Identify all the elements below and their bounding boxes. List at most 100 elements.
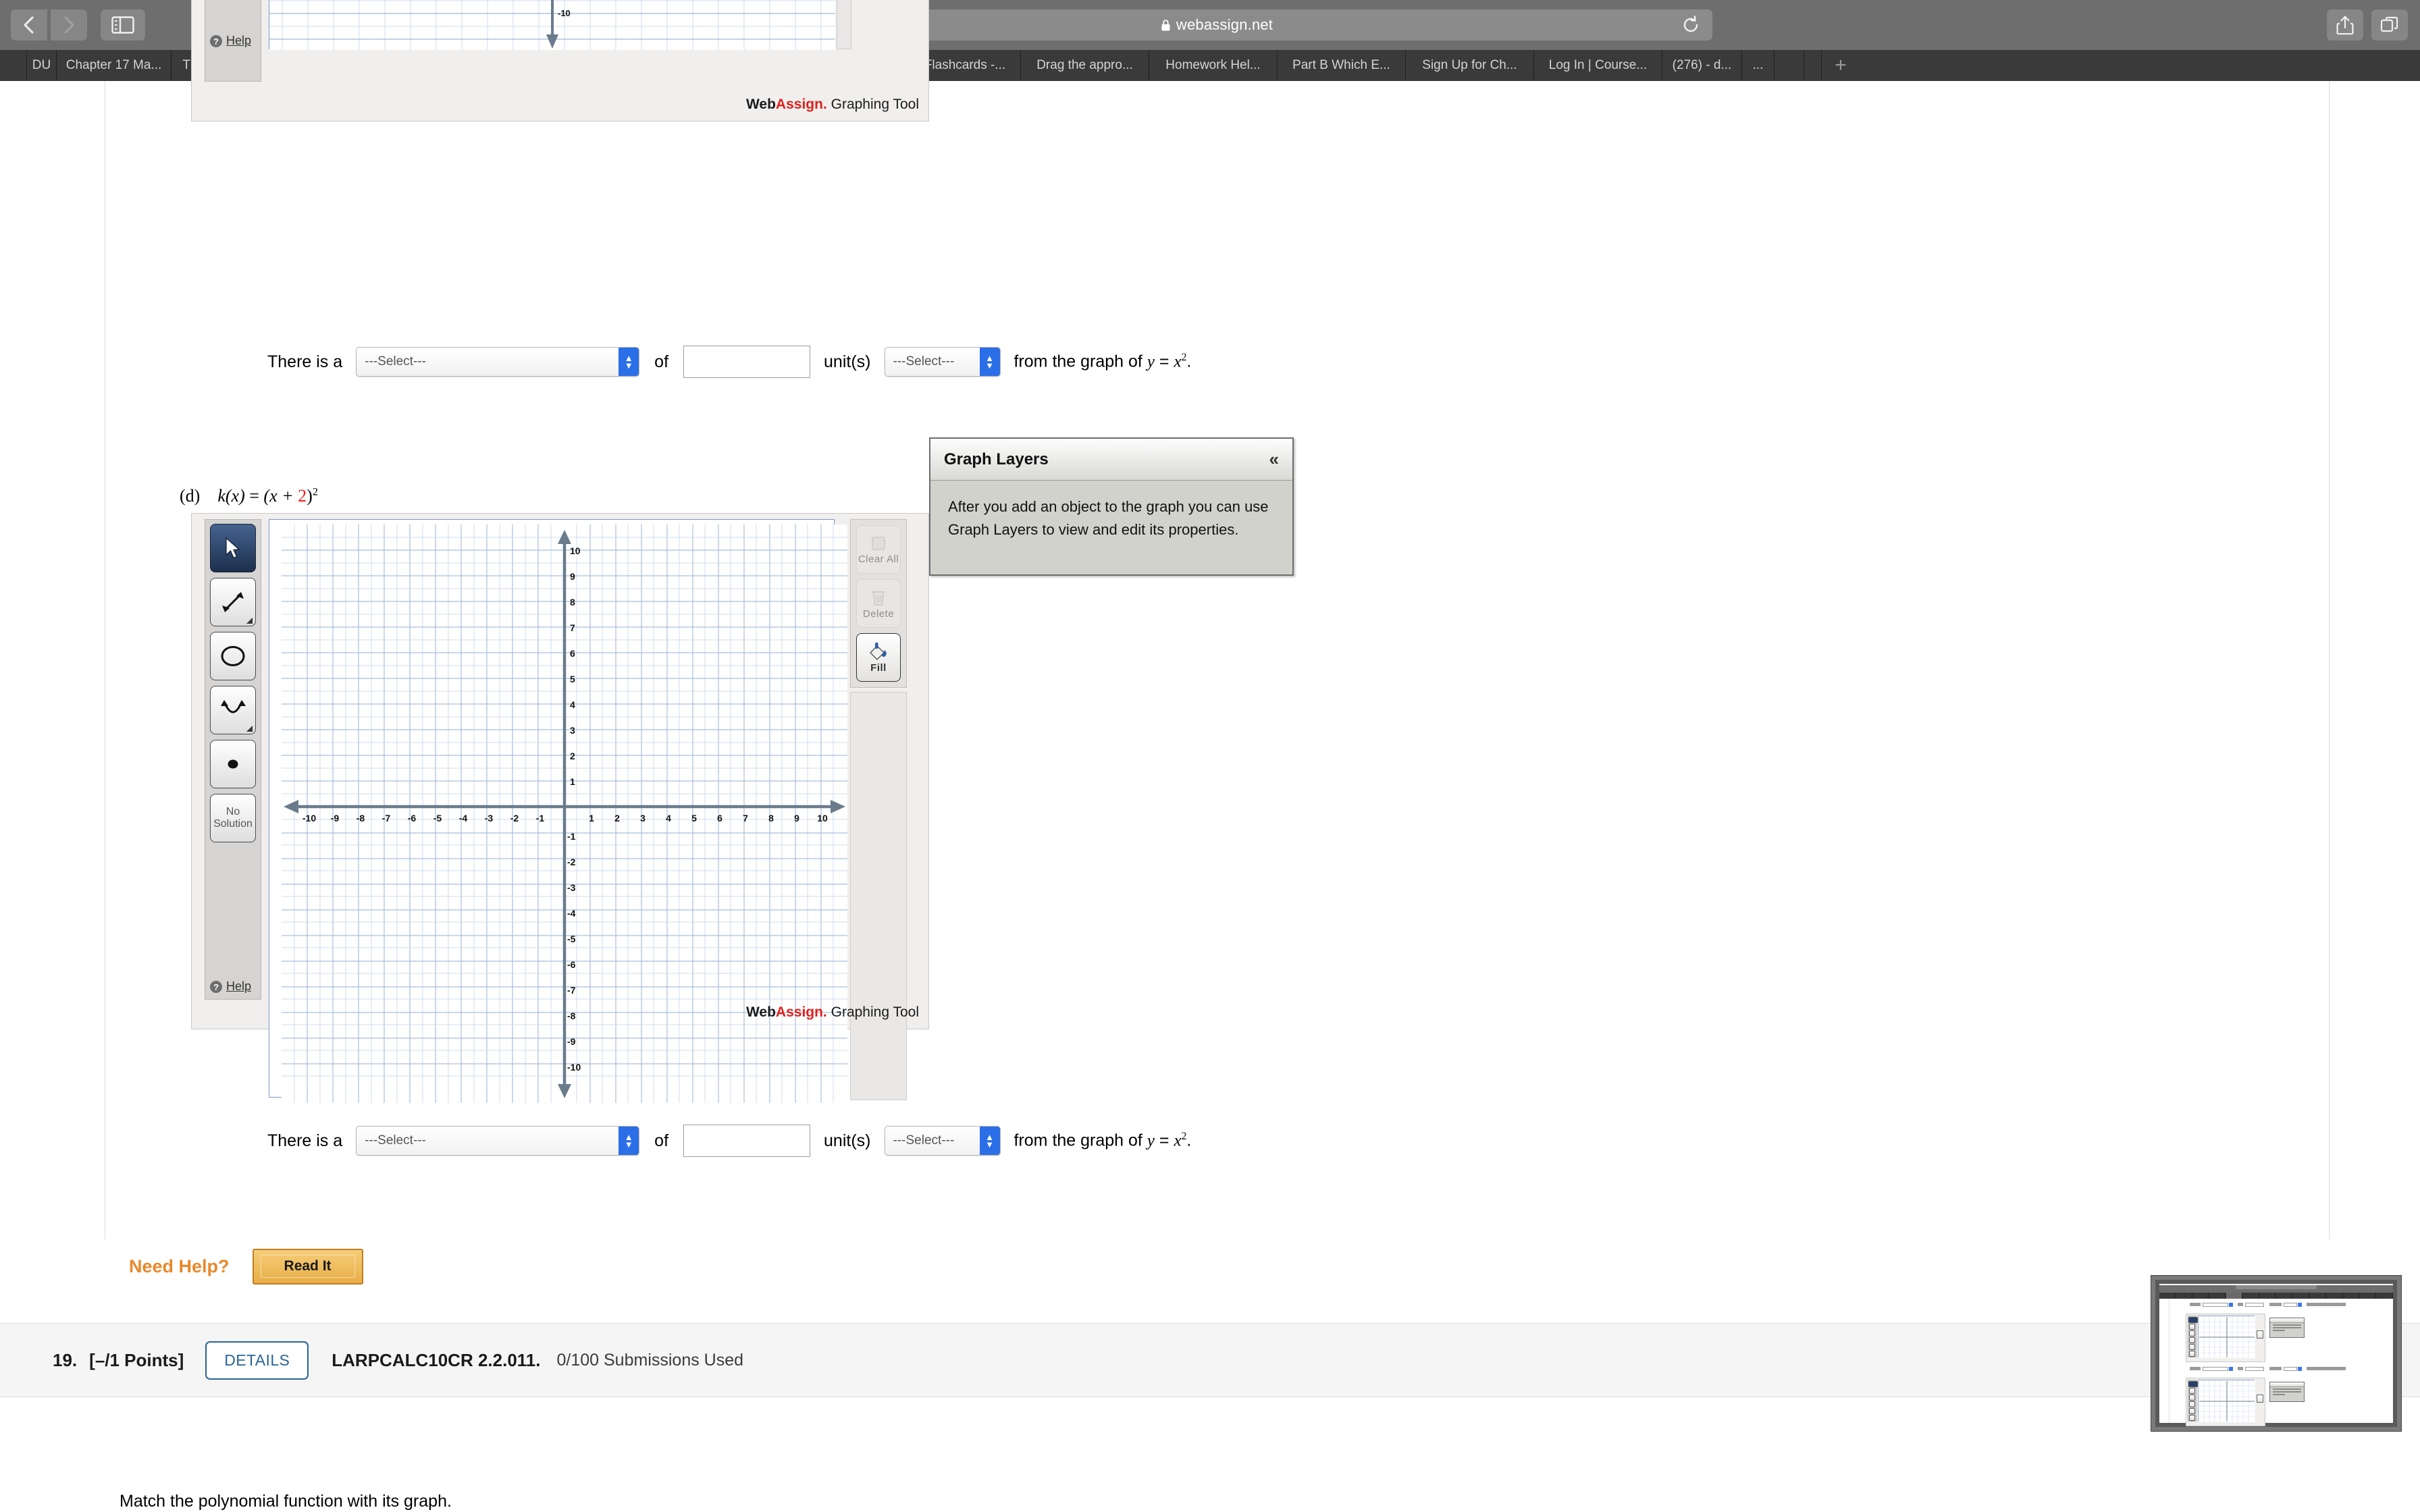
transformation-select-1[interactable]: ---Select--- ▲ ▼ bbox=[356, 347, 640, 377]
page-preview-thumbnail[interactable] bbox=[2151, 1276, 2401, 1431]
sentence-of: of bbox=[654, 352, 669, 371]
dot-icon bbox=[228, 759, 238, 769]
sentence-units: unit(s) bbox=[824, 352, 871, 371]
back-button[interactable] bbox=[11, 9, 47, 40]
sentence-lead: There is a bbox=[267, 1131, 343, 1150]
thumbnail-tab bbox=[2159, 1293, 2176, 1299]
graph-scrollbar-part-c[interactable] bbox=[837, 0, 851, 49]
tab-276-d[interactable]: (276) - d... bbox=[1662, 50, 1742, 81]
svg-text:7: 7 bbox=[570, 622, 575, 633]
sentence-x: x bbox=[1174, 1131, 1182, 1150]
clear-all-button[interactable]: Clear All bbox=[856, 525, 901, 574]
thumbnail-text-line bbox=[2273, 1324, 2301, 1326]
tab-label: Log In | Course... bbox=[1548, 58, 1648, 72]
details-label: DETAILS bbox=[224, 1351, 290, 1369]
thumbnail-tab bbox=[2360, 1293, 2377, 1299]
tab-part-b-which-e[interactable]: Part B Which E... bbox=[1278, 50, 1406, 81]
thumbnail-tab-bar bbox=[2159, 1293, 2393, 1299]
delete-button[interactable]: Delete bbox=[856, 579, 901, 628]
svg-text:-8: -8 bbox=[357, 813, 365, 824]
thumbnail-tab bbox=[2276, 1293, 2293, 1299]
tab-label: (276) - d... bbox=[1672, 58, 1732, 72]
details-button[interactable]: DETAILS bbox=[205, 1341, 309, 1380]
svg-text:-1: -1 bbox=[567, 831, 576, 842]
collapse-panel-icon[interactable]: « bbox=[1269, 449, 1279, 470]
tab-chapter-17[interactable]: Chapter 17 Ma... bbox=[57, 50, 172, 81]
svg-text:-7: -7 bbox=[382, 813, 391, 824]
sentence-tail-pre: from the graph of bbox=[1014, 1131, 1142, 1150]
answer-sentence-part-d: There is a ---Select--- ▲ ▼ of unit(s) --… bbox=[267, 1125, 1191, 1157]
new-tab-label: + bbox=[1835, 54, 1847, 76]
tab-sign-up-for-chegg[interactable]: Sign Up for Ch... bbox=[1406, 50, 1534, 81]
sentence-y: y bbox=[1147, 1131, 1155, 1150]
reload-button[interactable] bbox=[1681, 16, 1700, 34]
tab-homework-help[interactable]: Homework Hel... bbox=[1149, 50, 1278, 81]
tab-log-in-coursehero[interactable]: Log In | Course... bbox=[1534, 50, 1662, 81]
svg-text:7: 7 bbox=[743, 813, 748, 824]
tab-overflow[interactable]: ... bbox=[1742, 50, 1774, 81]
show-all-tabs-button[interactable] bbox=[2371, 9, 2408, 40]
thumbnail-layers-header bbox=[2270, 1318, 2304, 1323]
sentence-of: of bbox=[654, 1131, 669, 1150]
eq-sign: = bbox=[249, 486, 259, 506]
brand-web: Web bbox=[745, 1004, 776, 1020]
help-icon: ? bbox=[210, 980, 222, 993]
parabola-icon bbox=[221, 700, 246, 713]
direction-select-1[interactable]: ---Select--- ▲ ▼ bbox=[884, 347, 1001, 377]
sidebar-toggle-button[interactable] bbox=[101, 9, 145, 40]
pointer-icon bbox=[226, 537, 240, 559]
tab-du[interactable]: DU bbox=[27, 50, 57, 81]
tab-drag-the-appropriate[interactable]: Drag the appro... bbox=[1021, 50, 1149, 81]
tab-label: Drag the appro... bbox=[1036, 58, 1133, 72]
tool-options-corner-icon bbox=[246, 726, 253, 732]
graph-layers-panel[interactable]: Graph Layers « After you add an object t… bbox=[929, 437, 1294, 576]
graph-help-link-part-d[interactable]: ? Help bbox=[209, 979, 251, 994]
thumbnail-text-line bbox=[2273, 1391, 2301, 1393]
lock-icon bbox=[1161, 19, 1170, 30]
graphing-tool-part-d[interactable]: No Solution 10 9 8 7 6 5 4 3 2 1 -1 -2 -… bbox=[191, 513, 929, 1103]
svg-text:-5: -5 bbox=[567, 934, 576, 944]
question-prompt: Match the polynomial function with its g… bbox=[120, 1492, 452, 1511]
svg-text:10: 10 bbox=[817, 813, 828, 824]
share-button[interactable] bbox=[2327, 9, 2363, 40]
no-solution-tool[interactable]: No Solution bbox=[210, 794, 256, 842]
page-content: -5 -6 -7 -8 -9 -10 ? Help WebAssign. Gra… bbox=[0, 0, 2420, 1512]
graphing-tool-part-c[interactable]: -5 -6 -7 -8 -9 -10 ? Help WebAssign. Gra… bbox=[191, 0, 929, 122]
svg-text:-2: -2 bbox=[510, 813, 519, 824]
svg-text:9: 9 bbox=[794, 813, 799, 824]
circle-tool[interactable] bbox=[210, 632, 256, 680]
thumbnail-tab bbox=[2343, 1293, 2360, 1299]
point-tool[interactable] bbox=[210, 740, 256, 788]
direction-select-2[interactable]: ---Select--- ▲ ▼ bbox=[884, 1126, 1001, 1156]
webassign-brand-part-d: WebAssign. Graphing Tool bbox=[746, 1004, 919, 1021]
units-value-input-2[interactable] bbox=[683, 1125, 811, 1157]
graph-action-buttons-part-d[interactable]: Clear All Delete Fill bbox=[850, 519, 907, 688]
forward-button[interactable] bbox=[51, 9, 87, 40]
tab-extra-1[interactable] bbox=[1774, 50, 1804, 81]
line-tool[interactable] bbox=[210, 578, 256, 626]
tab-label: Sign Up for Ch... bbox=[1422, 58, 1517, 72]
fill-button[interactable]: Fill bbox=[856, 633, 901, 682]
graph-scrollbar-part-d[interactable] bbox=[850, 692, 907, 1100]
graph-toolbar-part-d[interactable]: No Solution bbox=[205, 519, 261, 1000]
svg-text:1: 1 bbox=[570, 776, 575, 787]
new-tab-button[interactable]: + bbox=[1822, 50, 1860, 81]
tab-label: Chapter 17 Ma... bbox=[65, 58, 162, 72]
parabola-tool[interactable] bbox=[210, 686, 256, 734]
transformation-select-2[interactable]: ---Select--- ▲ ▼ bbox=[356, 1126, 640, 1156]
thumbnail-tab bbox=[2176, 1293, 2192, 1299]
units-value-input[interactable] bbox=[683, 346, 811, 378]
thumbnail-tool-btn bbox=[2189, 1395, 2195, 1401]
svg-text:-6: -6 bbox=[408, 813, 417, 824]
pointer-tool[interactable] bbox=[210, 524, 256, 572]
graph-canvas-part-c[interactable]: -5 -6 -7 -8 -9 -10 bbox=[269, 0, 835, 50]
part-d-label: (d) k(x) = (x + 2)2 bbox=[180, 486, 318, 506]
chevron-updown-icon: ▲ ▼ bbox=[979, 348, 1000, 376]
graph-grid-part-c: -5 -6 -7 -8 -9 -10 bbox=[269, 0, 835, 50]
read-it-button[interactable]: Read It bbox=[252, 1249, 363, 1285]
expr-open: (x + bbox=[263, 486, 294, 506]
thumbnail-tool-btn bbox=[2189, 1344, 2195, 1350]
graph-help-link-part-c[interactable]: ? Help bbox=[209, 34, 251, 48]
tab-extra-2[interactable] bbox=[1804, 50, 1822, 81]
thumbnail-tab bbox=[2310, 1293, 2326, 1299]
